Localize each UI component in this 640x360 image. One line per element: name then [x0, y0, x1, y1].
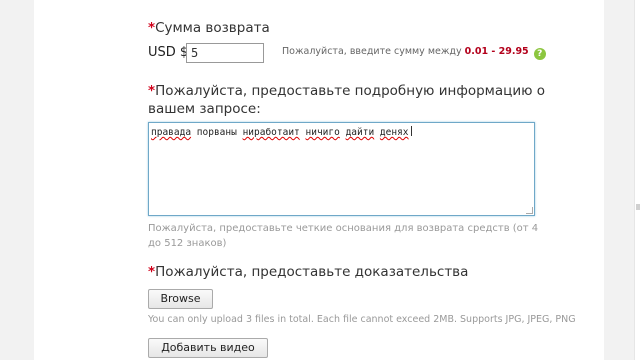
evidence-label: *Пожалуйста, предоставьте доказательства: [148, 263, 468, 281]
required-mark: *: [148, 264, 156, 280]
add-video-button[interactable]: Добавить видео: [148, 338, 268, 358]
required-mark: *: [148, 83, 156, 99]
browse-button[interactable]: Browse: [148, 289, 213, 309]
refund-amount-label-text: Сумма возврата: [155, 20, 270, 36]
amount-hint-text: Пожалуйста, введите сумму между: [282, 46, 462, 57]
scrollbar-thumb[interactable]: [636, 204, 640, 210]
amount-range-hint: Пожалуйста, введите сумму между 0.01 - 2…: [282, 46, 546, 60]
details-label: *Пожалуйста, предоставьте подробную инфо…: [148, 82, 548, 118]
amount-range: 0.01 - 29.95: [464, 46, 529, 57]
text-word: денях: [379, 127, 409, 138]
details-text: правада порваны ниработаит ничиго дайти …: [151, 127, 409, 138]
details-textarea[interactable]: правада порваны ниработаит ничиго дайти …: [148, 122, 535, 216]
refund-amount-input[interactable]: 5: [186, 43, 264, 63]
text-word: правада: [151, 127, 192, 138]
refund-amount-label: *Сумма возврата: [148, 19, 270, 37]
text-word: ничиго: [305, 127, 340, 138]
scrollbar-track[interactable]: [634, 0, 640, 360]
required-mark: *: [148, 20, 156, 36]
resize-grip[interactable]: [526, 207, 533, 214]
text-word: дайти: [345, 127, 375, 138]
details-hint: Пожалуйста, предоставьте четкие основани…: [148, 223, 539, 249]
text-caret: [410, 126, 412, 136]
upload-hint: You can only upload 3 files in total. Ea…: [148, 314, 576, 325]
details-label-text: Пожалуйста, предоставьте подробную инфор…: [148, 83, 546, 117]
text-word: порваны: [196, 127, 237, 138]
text-word: ниработаит: [242, 127, 300, 138]
question-circle-icon[interactable]: ?: [533, 48, 546, 60]
currency-label: USD $: [148, 45, 189, 60]
evidence-label-text: Пожалуйста, предоставьте доказательства: [155, 264, 469, 280]
